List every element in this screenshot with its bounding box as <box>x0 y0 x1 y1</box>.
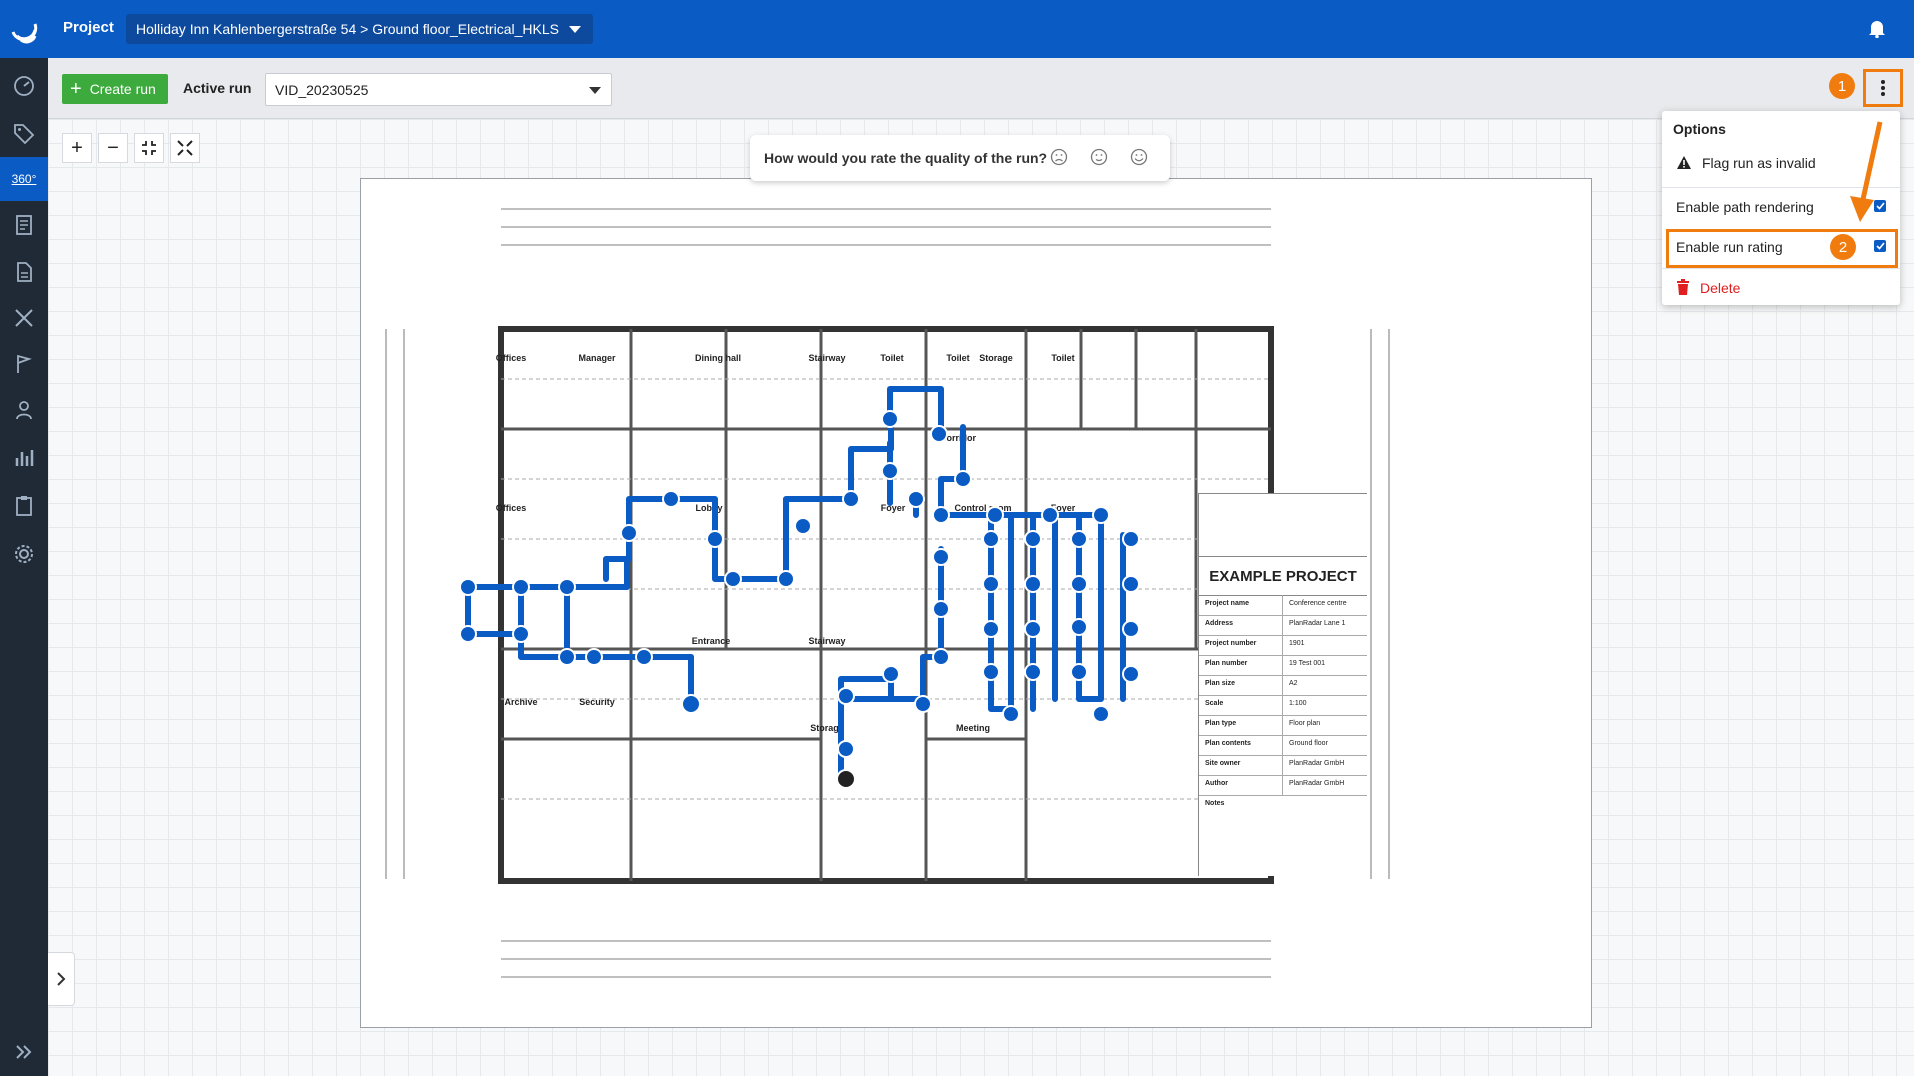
room-label: Toilet <box>946 353 969 363</box>
title-block-row: Project name Conference centre <box>1199 595 1367 616</box>
annotation-arrow <box>1850 121 1883 222</box>
room-label: Stairway <box>808 636 845 646</box>
room-label: Offices <box>496 353 527 363</box>
active-run-select[interactable]: VID_20230525 <box>265 73 612 106</box>
title-block-heading: EXAMPLE PROJECT <box>1199 556 1367 596</box>
dashboard-icon[interactable] <box>0 64 48 108</box>
project-selector[interactable]: Holliday Inn Kahlenbergerstraße 54 > Gro… <box>126 14 593 44</box>
title-block-row: Project number 1901 <box>1199 635 1367 656</box>
annotation-box-2 <box>1666 229 1898 268</box>
zoom-tools: + − <box>62 133 200 163</box>
title-block-row: Plan size A2 <box>1199 675 1367 696</box>
toolbar: + Create run Active run VID_20230525 <box>48 58 1914 119</box>
title-block-row: Site owner PlanRadar GmbH <box>1199 755 1367 776</box>
settings-icon[interactable] <box>0 532 48 576</box>
delete-item[interactable]: Delete <box>1662 269 1900 307</box>
sad-face-icon[interactable] <box>1050 148 1068 166</box>
project-path: Holliday Inn Kahlenbergerstraße 54 > Gro… <box>136 21 559 37</box>
room-label: Meeting <box>956 723 990 733</box>
create-run-label: Create run <box>89 81 156 97</box>
tools-icon[interactable] <box>0 296 48 340</box>
room-label: Lobby <box>696 503 723 513</box>
room-label: Security <box>579 697 615 707</box>
chevron-right-icon <box>57 972 66 986</box>
room-label: Stairway <box>808 353 845 363</box>
zoom-in-button[interactable]: + <box>62 133 92 163</box>
clipboard-icon[interactable] <box>0 484 48 528</box>
sidebar: 360° <box>0 0 48 1076</box>
rating-question: How would you rate the quality of the ru… <box>764 150 1048 166</box>
happy-face-icon[interactable] <box>1130 148 1148 166</box>
active-run-label: Active run <box>183 80 252 96</box>
fullscreen-icon[interactable] <box>170 133 200 163</box>
flag-run-invalid-label: Flag run as invalid <box>1702 155 1816 171</box>
room-label: Entrance <box>692 636 731 646</box>
room-label: Dining hall <box>695 353 741 363</box>
chart-icon[interactable] <box>0 436 48 480</box>
room-label: Offices <box>496 503 527 513</box>
bell-icon[interactable] <box>1868 18 1886 43</box>
create-run-button[interactable]: + Create run <box>62 74 168 104</box>
document-icon[interactable] <box>0 250 48 294</box>
map-flag-icon[interactable] <box>0 342 48 386</box>
room-label: Storage <box>979 353 1013 363</box>
zoom-out-button[interactable]: − <box>98 133 128 163</box>
title-block-row: Notes <box>1205 800 1225 807</box>
end-flag-icon[interactable] <box>836 769 856 789</box>
neutral-face-icon[interactable] <box>1090 148 1108 166</box>
warning-icon <box>1677 156 1691 169</box>
title-block-row: Plan number 19 Test 001 <box>1199 655 1367 676</box>
document-scan-icon[interactable] <box>0 203 48 247</box>
collapse-sidebar-icon[interactable] <box>0 1030 48 1074</box>
title-block: EXAMPLE PROJECT Project name Conference c… <box>1198 493 1367 876</box>
top-bar: Project Holliday Inn Kahlenbergerstraße … <box>48 0 1914 58</box>
room-label: Manager <box>578 353 616 363</box>
options-title: Options <box>1673 121 1726 137</box>
start-flag-icon[interactable] <box>681 694 701 714</box>
title-block-row: Scale 1:100 <box>1199 695 1367 716</box>
plus-icon: + <box>70 78 82 100</box>
app-logo[interactable] <box>0 0 48 58</box>
chevron-down-icon <box>589 87 601 94</box>
floor-plan: Offices Manager Dining hall Stairway Toi… <box>360 178 1592 1028</box>
annotation-badge-2: 2 <box>1830 234 1856 260</box>
360-icon[interactable]: 360° <box>0 157 48 201</box>
annotation-box-1 <box>1863 69 1903 107</box>
title-block-row: Plan type Floor plan <box>1199 715 1367 736</box>
room-label: Archive <box>504 697 537 707</box>
enable-path-rendering-label: Enable path rendering <box>1676 199 1814 215</box>
active-run-value: VID_20230525 <box>275 82 369 98</box>
tag-icon[interactable] <box>0 112 48 156</box>
fit-icon[interactable] <box>134 133 164 163</box>
trash-icon <box>1677 279 1689 295</box>
floor-plan-drawing: Offices Manager Dining hall Stairway Toi… <box>385 208 1390 978</box>
run-rating-bar: How would you rate the quality of the ru… <box>750 135 1170 181</box>
360-label: 360° <box>11 172 37 186</box>
user-icon[interactable] <box>0 388 48 432</box>
chevron-down-icon <box>569 26 581 33</box>
delete-label: Delete <box>1700 280 1741 296</box>
room-label: Foyer <box>881 503 906 513</box>
title-block-row: Address PlanRadar Lane 1 <box>1199 615 1367 636</box>
project-label: Project <box>63 19 114 36</box>
annotation-badge-1: 1 <box>1829 73 1855 99</box>
title-block-row: Plan contents Ground floor <box>1199 735 1367 756</box>
room-label: Toilet <box>880 353 903 363</box>
expand-panel-button[interactable] <box>48 952 75 1006</box>
room-label: Toilet <box>1051 353 1074 363</box>
title-block-row: Author PlanRadar GmbH <box>1199 775 1367 796</box>
